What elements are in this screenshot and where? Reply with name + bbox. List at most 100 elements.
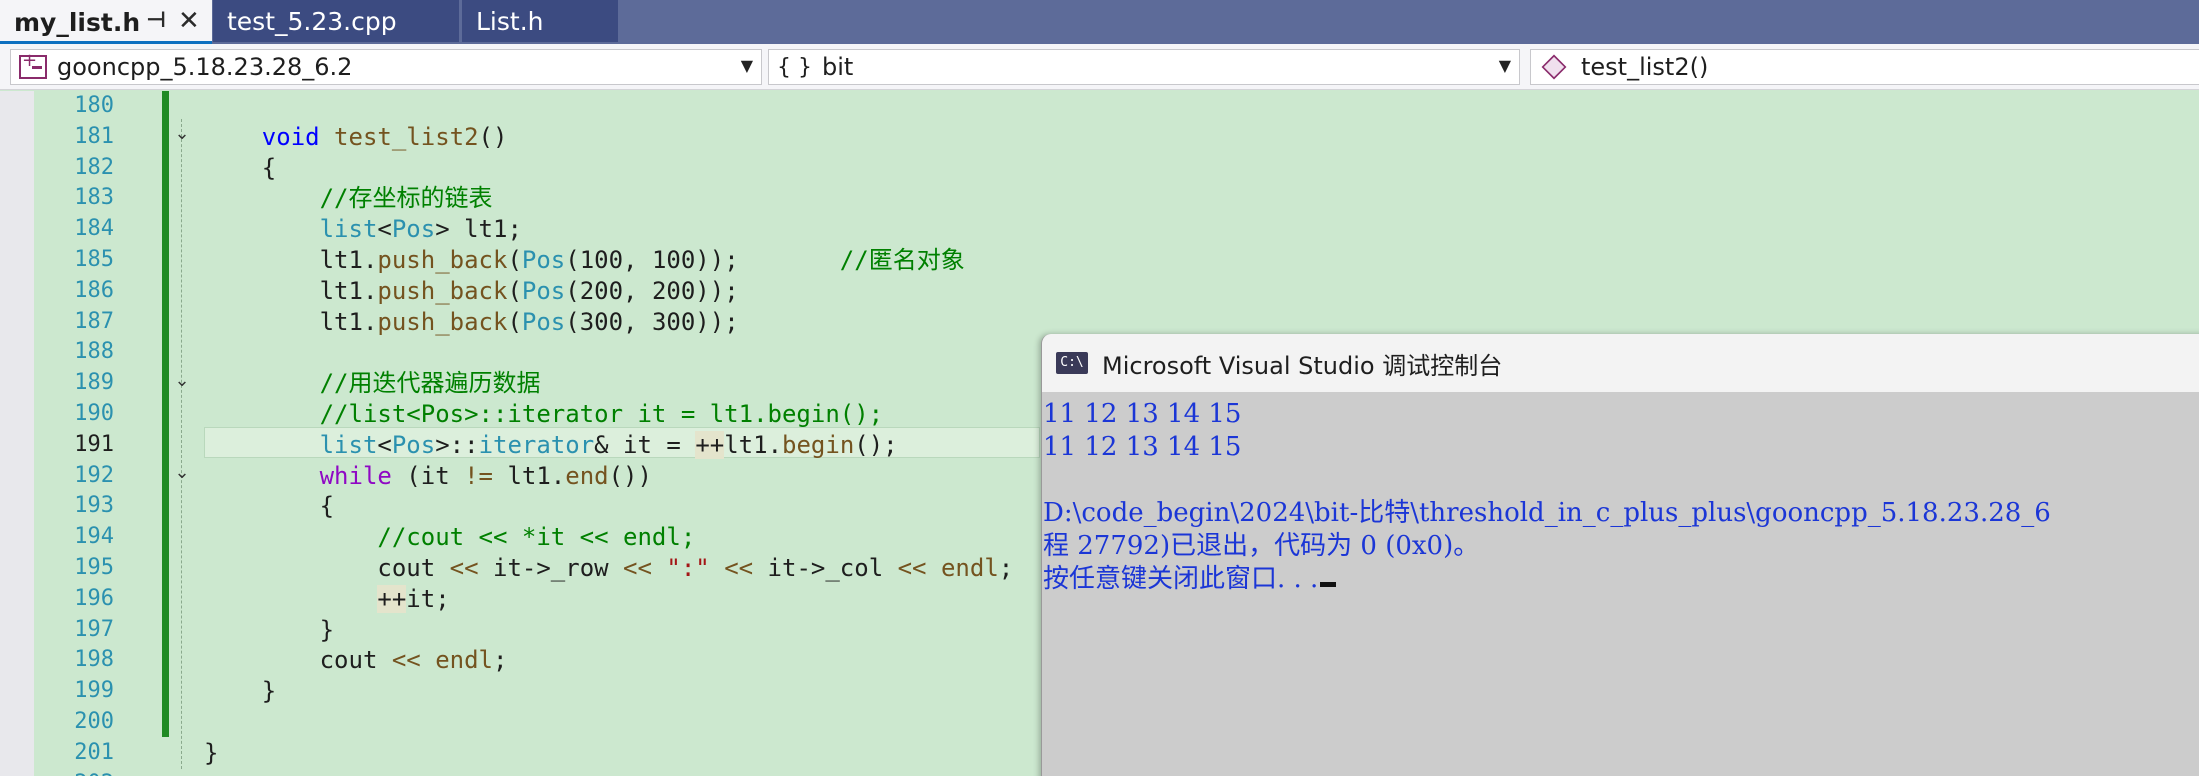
code-token: ()): [608, 461, 652, 490]
code-token: push_back: [377, 307, 508, 336]
code-line[interactable]: while (it != lt1.end()): [204, 461, 1013, 492]
code-line[interactable]: //存坐标的链表: [204, 183, 1013, 214]
fold-collapse-icon[interactable]: ⌄: [172, 464, 192, 484]
line-number: 191: [74, 431, 114, 457]
code-token: {: [261, 153, 277, 182]
code-token: list: [319, 430, 378, 459]
debug-console-window[interactable]: C:\ Microsoft Visual Studio 调试控制台 11 12 …: [1041, 334, 2199, 776]
code-token: (: [507, 245, 522, 274]
code-token: <<: [724, 553, 754, 582]
console-line: 程 27792)已退出，代码为 0 (0x0)。: [1043, 530, 2199, 563]
tab-label: my_list.h: [14, 7, 141, 37]
project-icon: [19, 50, 47, 79]
line-number: 200: [74, 708, 114, 734]
code-token: <: [377, 215, 392, 244]
console-line: D:\code_begin\2024\bit-比特\threshold_in_c…: [1043, 497, 2199, 530]
line-number: 198: [74, 647, 114, 673]
console-line: 按任意键关闭此窗口. . .: [1043, 563, 2199, 596]
code-line[interactable]: ++it;: [204, 584, 1013, 615]
code-line[interactable]: [204, 769, 1013, 776]
chevron-down-icon[interactable]: ▼: [1499, 56, 1511, 75]
method-cube-icon: [1541, 54, 1567, 80]
code-line[interactable]: //list<Pos>::iterator it = lt1.begin();: [204, 399, 1013, 430]
code-token: begin: [782, 430, 855, 459]
code-line[interactable]: }: [204, 615, 1013, 646]
code-token: <<: [391, 646, 421, 675]
code-token: (: [507, 307, 522, 336]
namespace-icon: { }: [777, 54, 812, 80]
fold-collapse-icon[interactable]: ⌄: [172, 125, 192, 145]
code-token: Pos: [521, 307, 566, 336]
member-dropdown[interactable]: test_list2(): [1530, 49, 2199, 85]
glyph-margin[interactable]: [0, 91, 34, 776]
code-line[interactable]: list<Pos>::iterator& it = ++lt1.begin();: [204, 430, 1013, 461]
code-token: it;: [406, 584, 450, 613]
code-line[interactable]: }: [204, 738, 1013, 769]
code-line[interactable]: list<Pos> lt1;: [204, 214, 1013, 245]
code-line[interactable]: lt1.push_back(Pos(100, 100)); //匿名对象: [204, 245, 1013, 276]
code-line[interactable]: [204, 707, 1013, 738]
code-token: (: [507, 276, 522, 305]
code-line[interactable]: [204, 91, 1013, 122]
project-dropdown[interactable]: gooncpp_5.18.23.28_6.2 ▼: [10, 49, 762, 85]
code-line[interactable]: void test_list2(): [204, 122, 1013, 153]
code-token: end: [565, 461, 609, 490]
code-token: <: [377, 430, 392, 459]
code-token: while: [319, 461, 392, 490]
text-cursor: [1320, 582, 1337, 587]
code-token: void: [261, 122, 320, 151]
scope-dropdown[interactable]: { } bit ▼: [768, 49, 1520, 85]
code-line[interactable]: [204, 337, 1013, 368]
code-token: lt1.: [493, 461, 566, 490]
code-text[interactable]: void test_list2() { //存坐标的链表 list<Pos> l…: [204, 91, 1013, 776]
line-number: 184: [74, 216, 114, 242]
code-token: //存坐标的链表: [319, 184, 493, 213]
tab-test-5-23-cpp[interactable]: test_5.23.cpp: [213, 0, 459, 42]
tab-list-h[interactable]: List.h: [462, 0, 618, 42]
code-token: lt1;: [464, 215, 522, 244]
console-output[interactable]: 11 12 13 14 15 11 12 13 14 15 D:\code_begi…: [1042, 392, 2199, 596]
close-icon[interactable]: ✕: [178, 6, 200, 36]
code-token: //cout << *it << endl;: [377, 523, 696, 552]
console-title-bar[interactable]: C:\ Microsoft Visual Studio 调试控制台: [1042, 334, 2199, 392]
chevron-down-icon[interactable]: ▼: [741, 56, 753, 75]
console-line-text: 按任意键关闭此窗口. . .: [1043, 564, 1319, 594]
code-token: Pos: [391, 430, 436, 459]
console-line-text: 11 12 13 14 15: [1043, 432, 1242, 462]
tab-my-list-h[interactable]: my_list.h ⊣ ✕: [0, 0, 212, 44]
code-line[interactable]: {: [204, 153, 1013, 184]
code-line[interactable]: //cout << *it << endl;: [204, 522, 1013, 553]
code-token: endl: [940, 553, 999, 582]
pin-icon[interactable]: ⊣: [146, 8, 166, 33]
code-token: push_back: [377, 276, 508, 305]
code-token: Pos: [521, 276, 566, 305]
code-token: cout: [377, 553, 450, 582]
line-number: 195: [74, 554, 114, 580]
fold-collapse-icon[interactable]: ⌄: [172, 372, 192, 392]
code-line[interactable]: {: [204, 491, 1013, 522]
code-token: ;: [998, 553, 1014, 582]
code-line[interactable]: lt1.push_back(Pos(200, 200));: [204, 276, 1013, 307]
code-line[interactable]: //用迭代器遍历数据: [204, 368, 1013, 399]
code-token: (it: [391, 461, 465, 490]
document-tab-strip: my_list.h ⊣ ✕ test_5.23.cpp List.h: [0, 0, 2199, 45]
code-token: ++: [377, 584, 407, 613]
code-line[interactable]: cout << it->_row << ":" << it->_col << e…: [204, 553, 1013, 584]
line-number: 196: [74, 585, 114, 611]
code-line[interactable]: }: [204, 676, 1013, 707]
code-line[interactable]: lt1.push_back(Pos(300, 300));: [204, 307, 1013, 338]
line-number: 190: [74, 400, 114, 426]
code-line[interactable]: cout << endl;: [204, 645, 1013, 676]
